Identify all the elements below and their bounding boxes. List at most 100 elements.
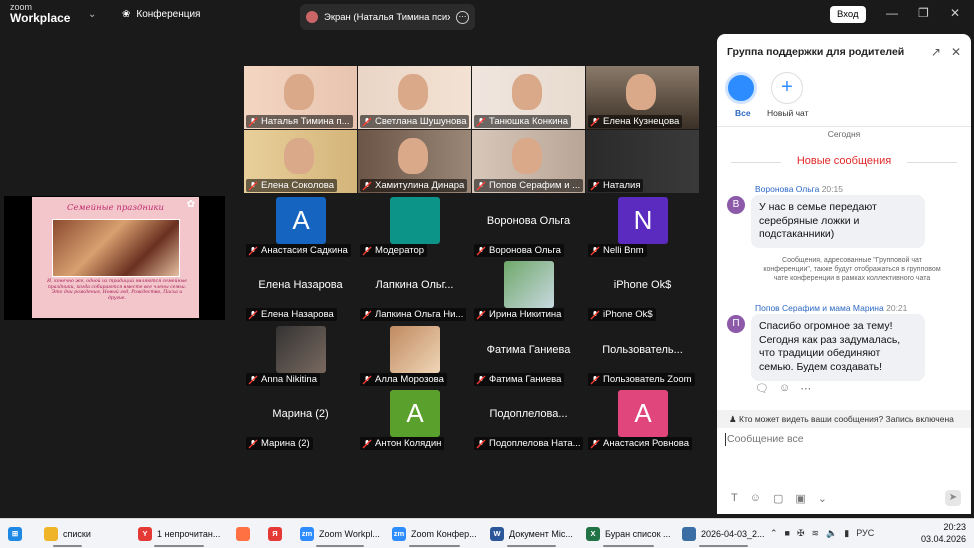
participant-tile[interactable]: A Анастасия Садкина (244, 195, 357, 258)
chat-title[interactable]: Группа поддержки для родителей ... (727, 46, 907, 58)
close-chat-icon[interactable]: ✕ (951, 45, 961, 59)
participant-display-name: Лапкина Ольг... (375, 279, 454, 291)
chevron-down-icon[interactable]: ⌄ (818, 492, 827, 505)
participant-tile[interactable]: Марина (2) Марина (2) (244, 388, 357, 451)
message-bubble[interactable]: Спасибо огромное за тему! Сегодня как ра… (751, 314, 925, 381)
more-icon[interactable]: ⋯ (456, 10, 469, 24)
participant-face (284, 74, 314, 110)
file-icon[interactable]: ▢ (773, 492, 783, 505)
participant-tile[interactable]: A Антон Колядин (358, 388, 471, 451)
new-messages-divider: Новые сообщения (731, 155, 957, 167)
app-icon: Y (138, 527, 152, 541)
avatar: A (618, 390, 668, 437)
minimize-icon[interactable]: — (886, 6, 898, 20)
app-icon (236, 527, 250, 541)
signin-button[interactable]: Вход (830, 6, 866, 23)
screen-share-tab[interactable]: Экран (Наталья Тимина психолог ⋯ (300, 4, 475, 30)
participant-tile[interactable]: Ирина Никитина (472, 259, 585, 322)
muted-mic-icon (248, 310, 258, 320)
taskbar-item[interactable]: 2026-04-03_2... (682, 524, 765, 547)
participant-tile[interactable]: N Nelli Bnm (586, 195, 699, 258)
bluetooth-icon[interactable]: ✠ (797, 528, 805, 539)
visibility-notice[interactable]: ♟ Кто может видеть ваши сообщения? Запис… (717, 410, 971, 428)
taskbar-item[interactable]: Я (268, 524, 282, 544)
participant-tile[interactable]: Наталья Тимина п... (244, 66, 357, 129)
app-icon[interactable]: ■ (785, 528, 790, 539)
participant-tile[interactable]: Anna Nikitina (244, 324, 357, 387)
emoji-icon[interactable]: ☺ (750, 492, 761, 505)
participant-name: Nelli Bnm (603, 245, 644, 256)
popout-icon[interactable]: ↗ (931, 45, 941, 59)
taskbar-item-label: Документ Mic... (509, 529, 573, 539)
participant-tile[interactable]: iPhone Ok$ iPhone Ok$ (586, 259, 699, 322)
taskbar-item-label: списки (63, 529, 91, 539)
participant-tile[interactable]: Елена Соколова (244, 130, 357, 193)
send-button[interactable]: ➤ (945, 490, 961, 506)
language-indicator[interactable]: РУС (856, 528, 874, 539)
chevron-down-icon[interactable]: ⌄ (88, 9, 96, 20)
start-button[interactable]: ⊞ (8, 524, 22, 544)
screenshot-icon[interactable]: ▣ (795, 492, 805, 505)
taskbar-item[interactable]: X Буран список ... (586, 524, 671, 547)
paw-icon: ❀ (122, 9, 131, 20)
taskbar-item[interactable] (236, 524, 250, 544)
participant-tile[interactable]: Алла Морозова (358, 324, 471, 387)
app-icon: X (586, 527, 600, 541)
more-icon[interactable]: ⋯ (800, 382, 811, 395)
muted-mic-icon (590, 181, 600, 191)
participant-tile[interactable]: Наталия (586, 130, 699, 193)
message-actions: 🗨 ☺ ⋯ (755, 382, 811, 395)
system-note: Сообщения, адресованные "Групповой чат к… (763, 257, 941, 283)
clock[interactable]: 20:23 03.04.2026 (921, 521, 966, 545)
muted-mic-icon (248, 375, 258, 385)
participant-tile[interactable]: Хамитулина Динара (358, 130, 471, 193)
reply-icon[interactable]: 🗨 (755, 382, 769, 395)
participant-tile[interactable]: Лапкина Ольг... Лапкина Ольга Ни... (358, 259, 471, 322)
participant-tile[interactable]: Танюшка Конкина (472, 66, 585, 129)
taskbar-item[interactable]: W Документ Mic... (490, 524, 573, 547)
participant-tile[interactable]: Елена Назарова Елена Назарова (244, 259, 357, 322)
message-bubble[interactable]: У нас в семье передают серебряные ложки … (751, 195, 925, 248)
avatar: A (276, 197, 326, 244)
participant-tile[interactable]: Елена Кузнецова (586, 66, 699, 129)
battery-icon[interactable]: ▮ (844, 528, 849, 539)
participant-tile[interactable]: Попов Серафим и ... (472, 130, 585, 193)
shared-screen[interactable]: ✿ Семейные праздники И, конечно же, одно… (4, 196, 225, 320)
participant-name-label: Елена Соколова (246, 179, 337, 192)
network-icon[interactable]: ≋ (812, 528, 820, 539)
participant-face (398, 138, 428, 174)
participant-tile[interactable]: Фатима Ганиева Фатима Ганиева (472, 324, 585, 387)
tab-all[interactable] (725, 72, 757, 104)
participant-name: Антон Колядин (375, 438, 442, 449)
message-input[interactable]: Сообщение все (725, 433, 961, 446)
participant-tile[interactable]: Подоплелова... Подоплелова Ната... (472, 388, 585, 451)
emoji-icon[interactable]: ☺ (779, 382, 790, 395)
volume-icon[interactable]: 🔈 (826, 528, 837, 539)
avatar[interactable]: П (727, 315, 745, 333)
participant-tile[interactable]: A Анастасия Ровнова (586, 388, 699, 451)
participant-name: Попов Серафим и ... (489, 180, 581, 191)
participant-name: Анастасия Ровнова (603, 438, 689, 449)
avatar[interactable]: В (727, 196, 745, 214)
format-text-icon[interactable]: T (731, 492, 738, 505)
participant-tile[interactable]: Модератор (358, 195, 471, 258)
taskbar-item[interactable]: Y 1 непрочитан... (138, 524, 220, 547)
taskbar-item[interactable]: zm Zoom Конфер... (392, 524, 477, 547)
conference-button[interactable]: ❀ Конференция (122, 9, 200, 20)
participant-name: Светлана Шушунова (375, 116, 467, 127)
participant-face (626, 74, 656, 110)
participant-name: Anna Nikitina (261, 374, 317, 385)
taskbar-item[interactable]: zm Zoom Workpl... (300, 524, 380, 547)
chevron-up-icon[interactable]: ⌃ (770, 528, 778, 539)
participant-tile[interactable]: Воронова Ольга Воронова Ольга (472, 195, 585, 258)
new-chat-button[interactable]: + (771, 72, 803, 104)
muted-mic-icon (590, 375, 600, 385)
restore-icon[interactable]: ❐ (918, 6, 929, 20)
taskbar: ⊞ списки Y 1 непрочитан... Яzm Zoom Workpl..… (0, 518, 974, 548)
participant-tile[interactable]: Пользователь... Пользователь Zoom (586, 324, 699, 387)
participant-tile[interactable]: Светлана Шушунова (358, 66, 471, 129)
close-icon[interactable]: ✕ (950, 6, 960, 20)
taskbar-item-label: Zoom Конфер... (411, 529, 477, 539)
message-sender: Попов Серафим и мама Марина 20:21 (755, 303, 908, 313)
taskbar-item[interactable]: списки (44, 524, 91, 547)
